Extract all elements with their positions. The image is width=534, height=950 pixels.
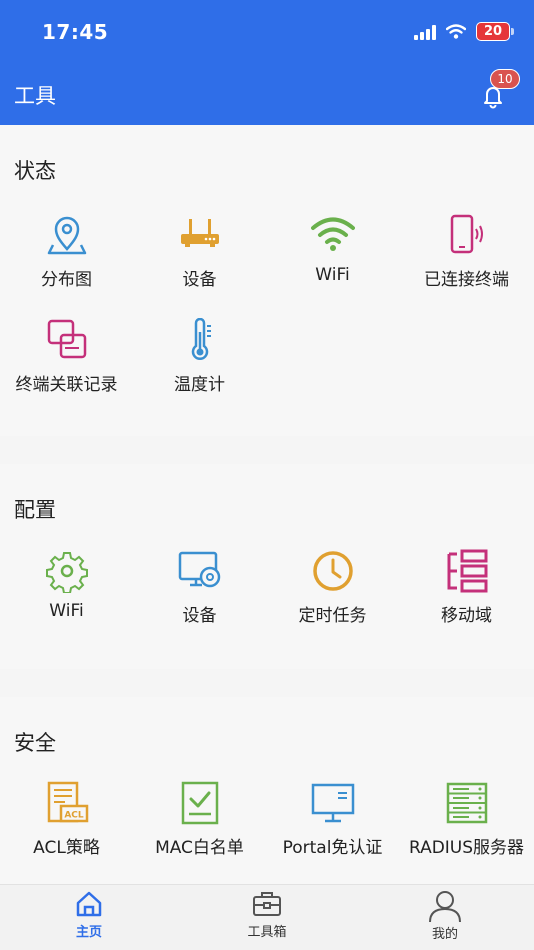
tool-item-device-config[interactable]: 设备 — [133, 549, 266, 626]
tool-item-wifi-config[interactable]: WiFi — [0, 549, 133, 621]
tool-item-thermometer[interactable]: 温度计 — [133, 318, 266, 395]
checklist-icon — [181, 781, 218, 825]
page-title: 工具 — [14, 84, 56, 108]
tool-item-radius-server[interactable]: RADIUS服务器 — [400, 781, 533, 858]
linked-records-icon — [47, 319, 86, 359]
section-title: 安全 — [14, 731, 56, 755]
tool-item-label: ACL策略 — [33, 838, 100, 858]
svg-text:ACL: ACL — [64, 811, 84, 821]
tool-item-label: 温度计 — [174, 375, 225, 395]
wifi-status-icon — [446, 24, 466, 39]
section-title: 配置 — [14, 498, 56, 522]
clock-icon — [312, 551, 353, 591]
status-bar-time: 17:45 — [42, 20, 109, 44]
tool-item-label: WiFi — [49, 601, 84, 621]
tool-item-label: 终端关联记录 — [15, 375, 118, 395]
app-header: 17:45 20 工具 10 — [0, 0, 534, 125]
tab-toolbox[interactable]: 工具箱 — [212, 889, 322, 940]
thermometer-icon — [191, 318, 211, 360]
home-icon — [76, 891, 102, 917]
tool-item-label: 设备 — [182, 606, 217, 626]
tool-item-label: 定时任务 — [298, 606, 367, 626]
tab-home[interactable]: 主页 — [34, 889, 144, 940]
map-pin-icon — [47, 216, 86, 255]
domain-list-icon — [447, 549, 487, 593]
cellular-signal-icon — [414, 24, 436, 40]
tool-item-connected-terminals[interactable]: 已连接终端 — [400, 213, 533, 290]
tool-item-wifi[interactable]: WiFi — [266, 213, 399, 285]
phone-signal-icon — [450, 214, 483, 254]
section-title: 状态 — [14, 159, 56, 183]
tool-item-scheduled-tasks[interactable]: 定时任务 — [266, 549, 399, 626]
status-section: 状态 分布图 设备 WiFi 已连接终端 终端关联记录 温度计 — [0, 125, 534, 436]
tool-item-mobility-domain[interactable]: 移动域 — [400, 549, 533, 626]
tool-item-label: 分布图 — [41, 270, 92, 290]
notification-badge: 10 — [490, 69, 520, 89]
config-section: 配置 WiFi 设备 定时任务 移动域 — [0, 464, 534, 669]
security-section: 安全 ACL ACL策略 MAC白名单 Portal免认证 RADIUS服务器 — [0, 697, 534, 884]
tool-item-label: Portal免认证 — [282, 838, 383, 858]
tool-item-portal-exemption[interactable]: Portal免认证 — [266, 781, 399, 858]
monitor-settings-icon — [178, 551, 220, 588]
tab-mine[interactable]: 我的 — [390, 889, 500, 942]
tool-item-acl-policy[interactable]: ACL ACL策略 — [0, 781, 133, 858]
tool-item-label: 移动域 — [441, 606, 492, 626]
bottom-tab-bar: 主页 工具箱 我的 — [0, 884, 534, 950]
tab-label: 我的 — [431, 927, 458, 942]
tool-item-distribution-map[interactable]: 分布图 — [0, 213, 133, 290]
tab-label: 主页 — [75, 925, 102, 940]
user-icon — [429, 891, 461, 923]
wifi-icon — [310, 217, 355, 251]
battery-icon: 20 — [476, 22, 514, 41]
tool-item-label: WiFi — [315, 265, 350, 285]
router-icon — [180, 219, 219, 247]
tool-item-label: 设备 — [182, 270, 217, 290]
wifi-settings-gear-icon — [45, 552, 88, 593]
acl-document-icon: ACL — [47, 781, 88, 823]
tool-item-terminal-records[interactable]: 终端关联记录 — [0, 318, 133, 395]
tool-item-label: RADIUS服务器 — [408, 838, 525, 858]
monitor-icon — [311, 783, 354, 823]
tool-item-devices[interactable]: 设备 — [133, 213, 266, 290]
tool-item-mac-whitelist[interactable]: MAC白名单 — [133, 781, 266, 858]
server-rack-icon — [446, 782, 487, 824]
tab-label: 工具箱 — [247, 925, 287, 940]
tool-item-label: MAC白名单 — [155, 838, 244, 858]
toolbox-icon — [253, 892, 281, 916]
tool-item-label: 已连接终端 — [424, 270, 509, 290]
status-bar-icons: 20 — [414, 22, 514, 41]
